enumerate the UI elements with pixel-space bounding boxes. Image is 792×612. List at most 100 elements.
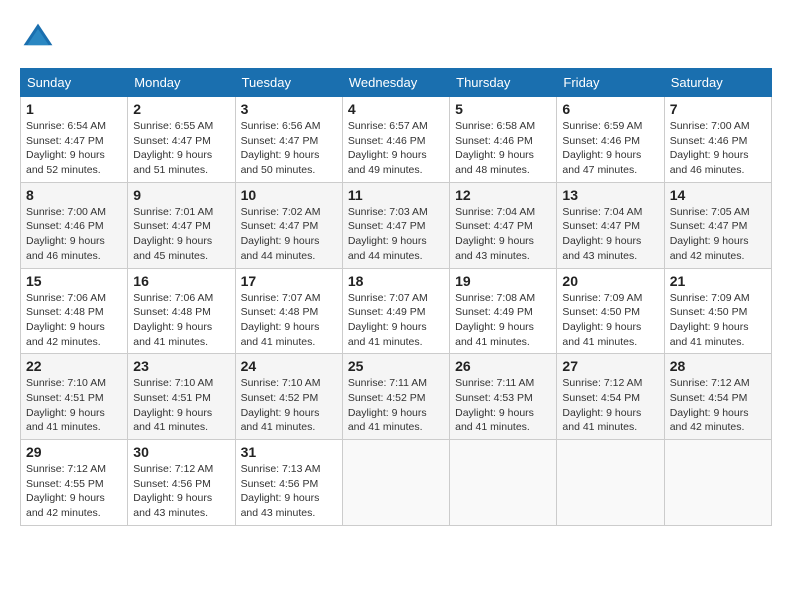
day-number: 8 [26,187,122,203]
daylight-label: Daylight: 9 hours and 43 minutes. [241,492,320,519]
daylight-label: Daylight: 9 hours and 41 minutes. [133,321,212,348]
day-number: 18 [348,273,444,289]
sunset-label: Sunset: 4:47 PM [670,220,748,232]
calendar-day-cell: 19 Sunrise: 7:08 AM Sunset: 4:49 PM Dayl… [450,268,557,354]
day-info: Sunrise: 7:08 AM Sunset: 4:49 PM Dayligh… [455,291,551,350]
day-number: 19 [455,273,551,289]
day-info: Sunrise: 6:54 AM Sunset: 4:47 PM Dayligh… [26,119,122,178]
sunset-label: Sunset: 4:47 PM [133,220,211,232]
sunset-label: Sunset: 4:46 PM [348,135,426,147]
calendar-day-cell: 31 Sunrise: 7:13 AM Sunset: 4:56 PM Dayl… [235,440,342,526]
sunset-label: Sunset: 4:51 PM [26,392,104,404]
calendar-day-cell: 27 Sunrise: 7:12 AM Sunset: 4:54 PM Dayl… [557,354,664,440]
calendar-day-cell: 15 Sunrise: 7:06 AM Sunset: 4:48 PM Dayl… [21,268,128,354]
sunrise-label: Sunrise: 6:57 AM [348,120,428,132]
sunset-label: Sunset: 4:46 PM [562,135,640,147]
daylight-label: Daylight: 9 hours and 48 minutes. [455,149,534,176]
daylight-label: Daylight: 9 hours and 45 minutes. [133,235,212,262]
daylight-label: Daylight: 9 hours and 50 minutes. [241,149,320,176]
sunset-label: Sunset: 4:55 PM [26,478,104,490]
sunset-label: Sunset: 4:47 PM [241,135,319,147]
day-number: 15 [26,273,122,289]
sunrise-label: Sunrise: 6:55 AM [133,120,213,132]
day-number: 4 [348,101,444,117]
calendar-day-cell: 1 Sunrise: 6:54 AM Sunset: 4:47 PM Dayli… [21,97,128,183]
sunset-label: Sunset: 4:48 PM [133,306,211,318]
daylight-label: Daylight: 9 hours and 41 minutes. [562,321,641,348]
daylight-label: Daylight: 9 hours and 51 minutes. [133,149,212,176]
sunset-label: Sunset: 4:46 PM [670,135,748,147]
day-number: 9 [133,187,229,203]
calendar-day-cell: 13 Sunrise: 7:04 AM Sunset: 4:47 PM Dayl… [557,182,664,268]
daylight-label: Daylight: 9 hours and 41 minutes. [26,407,105,434]
calendar-day-cell: 18 Sunrise: 7:07 AM Sunset: 4:49 PM Dayl… [342,268,449,354]
calendar-day-cell: 30 Sunrise: 7:12 AM Sunset: 4:56 PM Dayl… [128,440,235,526]
calendar-day-cell: 28 Sunrise: 7:12 AM Sunset: 4:54 PM Dayl… [664,354,771,440]
day-number: 16 [133,273,229,289]
day-info: Sunrise: 7:04 AM Sunset: 4:47 PM Dayligh… [455,205,551,264]
calendar-day-cell [450,440,557,526]
daylight-label: Daylight: 9 hours and 41 minutes. [241,321,320,348]
sunset-label: Sunset: 4:47 PM [26,135,104,147]
calendar-day-cell: 11 Sunrise: 7:03 AM Sunset: 4:47 PM Dayl… [342,182,449,268]
sunrise-label: Sunrise: 7:13 AM [241,463,321,475]
day-info: Sunrise: 7:07 AM Sunset: 4:49 PM Dayligh… [348,291,444,350]
daylight-label: Daylight: 9 hours and 44 minutes. [241,235,320,262]
day-info: Sunrise: 7:04 AM Sunset: 4:47 PM Dayligh… [562,205,658,264]
sunset-label: Sunset: 4:47 PM [133,135,211,147]
day-info: Sunrise: 7:12 AM Sunset: 4:54 PM Dayligh… [670,376,766,435]
weekday-header: Saturday [664,69,771,97]
day-info: Sunrise: 7:00 AM Sunset: 4:46 PM Dayligh… [26,205,122,264]
sunset-label: Sunset: 4:46 PM [455,135,533,147]
sunrise-label: Sunrise: 7:12 AM [26,463,106,475]
daylight-label: Daylight: 9 hours and 44 minutes. [348,235,427,262]
calendar-day-cell: 20 Sunrise: 7:09 AM Sunset: 4:50 PM Dayl… [557,268,664,354]
calendar-day-cell: 25 Sunrise: 7:11 AM Sunset: 4:52 PM Dayl… [342,354,449,440]
day-info: Sunrise: 7:07 AM Sunset: 4:48 PM Dayligh… [241,291,337,350]
day-number: 5 [455,101,551,117]
daylight-label: Daylight: 9 hours and 43 minutes. [133,492,212,519]
calendar-week-row: 1 Sunrise: 6:54 AM Sunset: 4:47 PM Dayli… [21,97,772,183]
day-number: 27 [562,358,658,374]
day-number: 7 [670,101,766,117]
daylight-label: Daylight: 9 hours and 42 minutes. [26,492,105,519]
weekday-header: Thursday [450,69,557,97]
sunrise-label: Sunrise: 7:12 AM [670,377,750,389]
daylight-label: Daylight: 9 hours and 42 minutes. [26,321,105,348]
calendar-week-row: 8 Sunrise: 7:00 AM Sunset: 4:46 PM Dayli… [21,182,772,268]
weekday-header: Friday [557,69,664,97]
sunset-label: Sunset: 4:52 PM [348,392,426,404]
sunset-label: Sunset: 4:56 PM [133,478,211,490]
sunrise-label: Sunrise: 7:06 AM [26,292,106,304]
sunrise-label: Sunrise: 7:06 AM [133,292,213,304]
calendar-table: SundayMondayTuesdayWednesdayThursdayFrid… [20,68,772,526]
day-info: Sunrise: 7:06 AM Sunset: 4:48 PM Dayligh… [26,291,122,350]
daylight-label: Daylight: 9 hours and 43 minutes. [562,235,641,262]
sunrise-label: Sunrise: 7:09 AM [670,292,750,304]
sunset-label: Sunset: 4:52 PM [241,392,319,404]
calendar-day-cell: 22 Sunrise: 7:10 AM Sunset: 4:51 PM Dayl… [21,354,128,440]
day-number: 13 [562,187,658,203]
sunset-label: Sunset: 4:53 PM [455,392,533,404]
daylight-label: Daylight: 9 hours and 41 minutes. [670,321,749,348]
calendar-day-cell [342,440,449,526]
daylight-label: Daylight: 9 hours and 47 minutes. [562,149,641,176]
daylight-label: Daylight: 9 hours and 41 minutes. [241,407,320,434]
day-number: 23 [133,358,229,374]
sunrise-label: Sunrise: 7:00 AM [670,120,750,132]
sunset-label: Sunset: 4:47 PM [562,220,640,232]
sunrise-label: Sunrise: 7:07 AM [241,292,321,304]
day-number: 3 [241,101,337,117]
day-number: 24 [241,358,337,374]
daylight-label: Daylight: 9 hours and 41 minutes. [455,321,534,348]
daylight-label: Daylight: 9 hours and 49 minutes. [348,149,427,176]
sunset-label: Sunset: 4:50 PM [562,306,640,318]
day-number: 12 [455,187,551,203]
calendar-day-cell: 16 Sunrise: 7:06 AM Sunset: 4:48 PM Dayl… [128,268,235,354]
sunrise-label: Sunrise: 7:00 AM [26,206,106,218]
daylight-label: Daylight: 9 hours and 41 minutes. [348,407,427,434]
day-info: Sunrise: 7:11 AM Sunset: 4:52 PM Dayligh… [348,376,444,435]
sunset-label: Sunset: 4:50 PM [670,306,748,318]
day-info: Sunrise: 7:03 AM Sunset: 4:47 PM Dayligh… [348,205,444,264]
calendar-day-cell: 9 Sunrise: 7:01 AM Sunset: 4:47 PM Dayli… [128,182,235,268]
